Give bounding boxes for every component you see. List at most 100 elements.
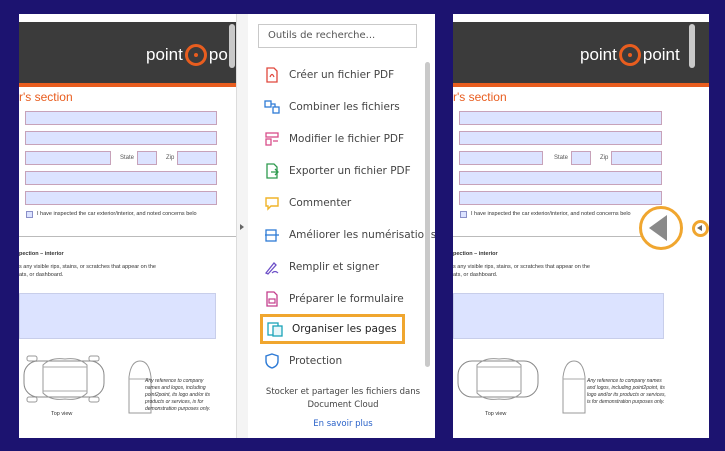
edit-pdf-icon <box>265 132 279 146</box>
logo-text: point <box>146 45 183 64</box>
top-view-label: Top view <box>51 411 73 417</box>
section-title: r's section <box>453 90 507 104</box>
expand-arrow-small-icon <box>697 225 702 231</box>
state-field[interactable] <box>137 151 157 165</box>
expand-panel-button[interactable] <box>692 220 709 237</box>
tools-search-input[interactable]: Outils de recherche... <box>258 24 417 48</box>
brand-logo: point po <box>146 44 228 66</box>
document-header: point point <box>453 22 709 87</box>
tools-scrollbar[interactable] <box>425 62 430 367</box>
collapse-arrow-icon[interactable] <box>240 224 244 230</box>
tool-label: Commenter <box>289 197 352 209</box>
zip-label: Zip <box>166 155 175 161</box>
tool-label: Préparer le formulaire <box>289 293 404 305</box>
divider <box>453 236 643 237</box>
tools-panel: Outils de recherche... Créer un fichier … <box>248 14 435 438</box>
car-top-view-icon <box>457 358 539 400</box>
interior-description: s any visible rips, stains, or scratches… <box>19 264 156 270</box>
state-field[interactable] <box>571 151 591 165</box>
tool-create-pdf[interactable]: Créer un fichier PDF <box>264 64 394 86</box>
interior-description-2: ats, or dashboard. <box>19 272 64 278</box>
tool-label: Organiser les pages <box>292 323 397 335</box>
form-field-city[interactable] <box>459 151 543 165</box>
tool-organize-pages[interactable]: Organiser les pages <box>260 314 405 344</box>
fill-sign-icon <box>264 262 279 275</box>
form-field[interactable] <box>459 191 662 205</box>
car-top-view-icon <box>23 355 105 403</box>
disclaimer-text: Any reference to company names and logos… <box>145 378 211 412</box>
expand-panel-button-magnified[interactable] <box>639 206 683 250</box>
learn-more-link[interactable]: En savoir plus <box>258 419 428 429</box>
state-label: State <box>554 155 569 161</box>
logo-text: point <box>580 45 617 64</box>
tool-fill-sign[interactable]: Remplir et signer <box>264 256 379 278</box>
tool-label: Combiner les fichiers <box>289 101 400 113</box>
expand-arrow-icon <box>649 215 667 241</box>
tool-label: Remplir et signer <box>289 261 380 273</box>
document-scrollbar[interactable] <box>229 24 235 68</box>
tool-edit-pdf[interactable]: Modifier le fichier PDF <box>264 128 404 150</box>
form-field[interactable] <box>459 131 662 145</box>
document-header: point po <box>19 22 236 87</box>
prepare-form-icon <box>266 291 278 307</box>
form-field[interactable] <box>25 111 217 125</box>
interior-heading: pection – interior <box>19 251 64 257</box>
tool-label: Créer un fichier PDF <box>289 69 395 81</box>
tool-label: Exporter un fichier PDF <box>289 165 411 177</box>
right-screenshot-panel: point point r's section State Zip I have… <box>453 14 709 438</box>
tool-label: Modifier le fichier PDF <box>289 133 405 145</box>
zip-field[interactable] <box>611 151 662 165</box>
tool-prepare-form[interactable]: Préparer le formulaire <box>264 288 404 310</box>
car-front-view-icon <box>562 360 586 414</box>
interior-description: s any visible rips, stains, or scratches… <box>453 264 590 270</box>
disclaimer-text: Any reference to company names and logos… <box>587 378 666 405</box>
tool-label: Améliorer les numérisations <box>289 229 435 241</box>
header-accent-bar <box>19 83 236 87</box>
state-label: State <box>120 155 135 161</box>
export-pdf-icon <box>266 163 279 179</box>
tool-enhance-scans[interactable]: Améliorer les numérisations <box>264 224 435 246</box>
enhance-scans-icon <box>265 229 279 242</box>
steering-wheel-icon <box>618 44 641 66</box>
form-field[interactable] <box>25 171 217 185</box>
form-field-city[interactable] <box>25 151 111 165</box>
tool-label: Protection <box>289 355 343 367</box>
combine-files-icon <box>264 100 280 114</box>
form-field[interactable] <box>459 111 662 125</box>
steering-wheel-icon <box>184 44 207 66</box>
checkbox-label: I have inspected the car exterior/interi… <box>37 211 197 217</box>
header-accent-bar <box>453 83 709 87</box>
left-screenshot-panel: point po r's section State Zip I have in… <box>19 14 435 438</box>
organize-pages-icon <box>267 322 283 337</box>
panel-collapse-handle[interactable] <box>236 14 248 438</box>
tool-comment[interactable]: Commenter <box>264 192 351 214</box>
create-pdf-icon <box>266 67 278 83</box>
tool-protect[interactable]: Protection <box>264 350 342 372</box>
logo-text-right: point <box>642 45 680 64</box>
tool-combine-files[interactable]: Combiner les fichiers <box>264 96 400 118</box>
promo-line-2: Document Cloud <box>307 400 379 410</box>
interior-notes-field[interactable] <box>453 293 664 339</box>
top-view-label: Top view <box>485 411 507 417</box>
inspection-checkbox[interactable] <box>26 211 33 218</box>
document-cloud-promo: Stocker et partager les fichiers dans Do… <box>258 386 428 412</box>
form-field[interactable] <box>25 191 217 205</box>
interior-description-2: ats, or dashboard. <box>453 272 498 278</box>
document-scrollbar[interactable] <box>689 24 695 68</box>
zip-field[interactable] <box>177 151 217 165</box>
interior-heading: pection – interior <box>453 251 498 257</box>
pdf-document-view: point po r's section State Zip I have in… <box>19 14 236 438</box>
zip-label: Zip <box>600 155 609 161</box>
inspection-checkbox[interactable] <box>460 211 467 218</box>
section-title: r's section <box>19 90 73 104</box>
protect-icon <box>265 353 279 369</box>
promo-line-1: Stocker et partager les fichiers dans <box>265 387 421 397</box>
interior-notes-field[interactable] <box>19 293 216 339</box>
form-field[interactable] <box>25 131 217 145</box>
brand-logo: point point <box>580 44 680 66</box>
logo-text-right: po <box>208 45 228 64</box>
form-field[interactable] <box>459 171 662 185</box>
divider <box>19 236 236 237</box>
tool-export-pdf[interactable]: Exporter un fichier PDF <box>264 160 411 182</box>
comment-icon <box>265 197 279 211</box>
